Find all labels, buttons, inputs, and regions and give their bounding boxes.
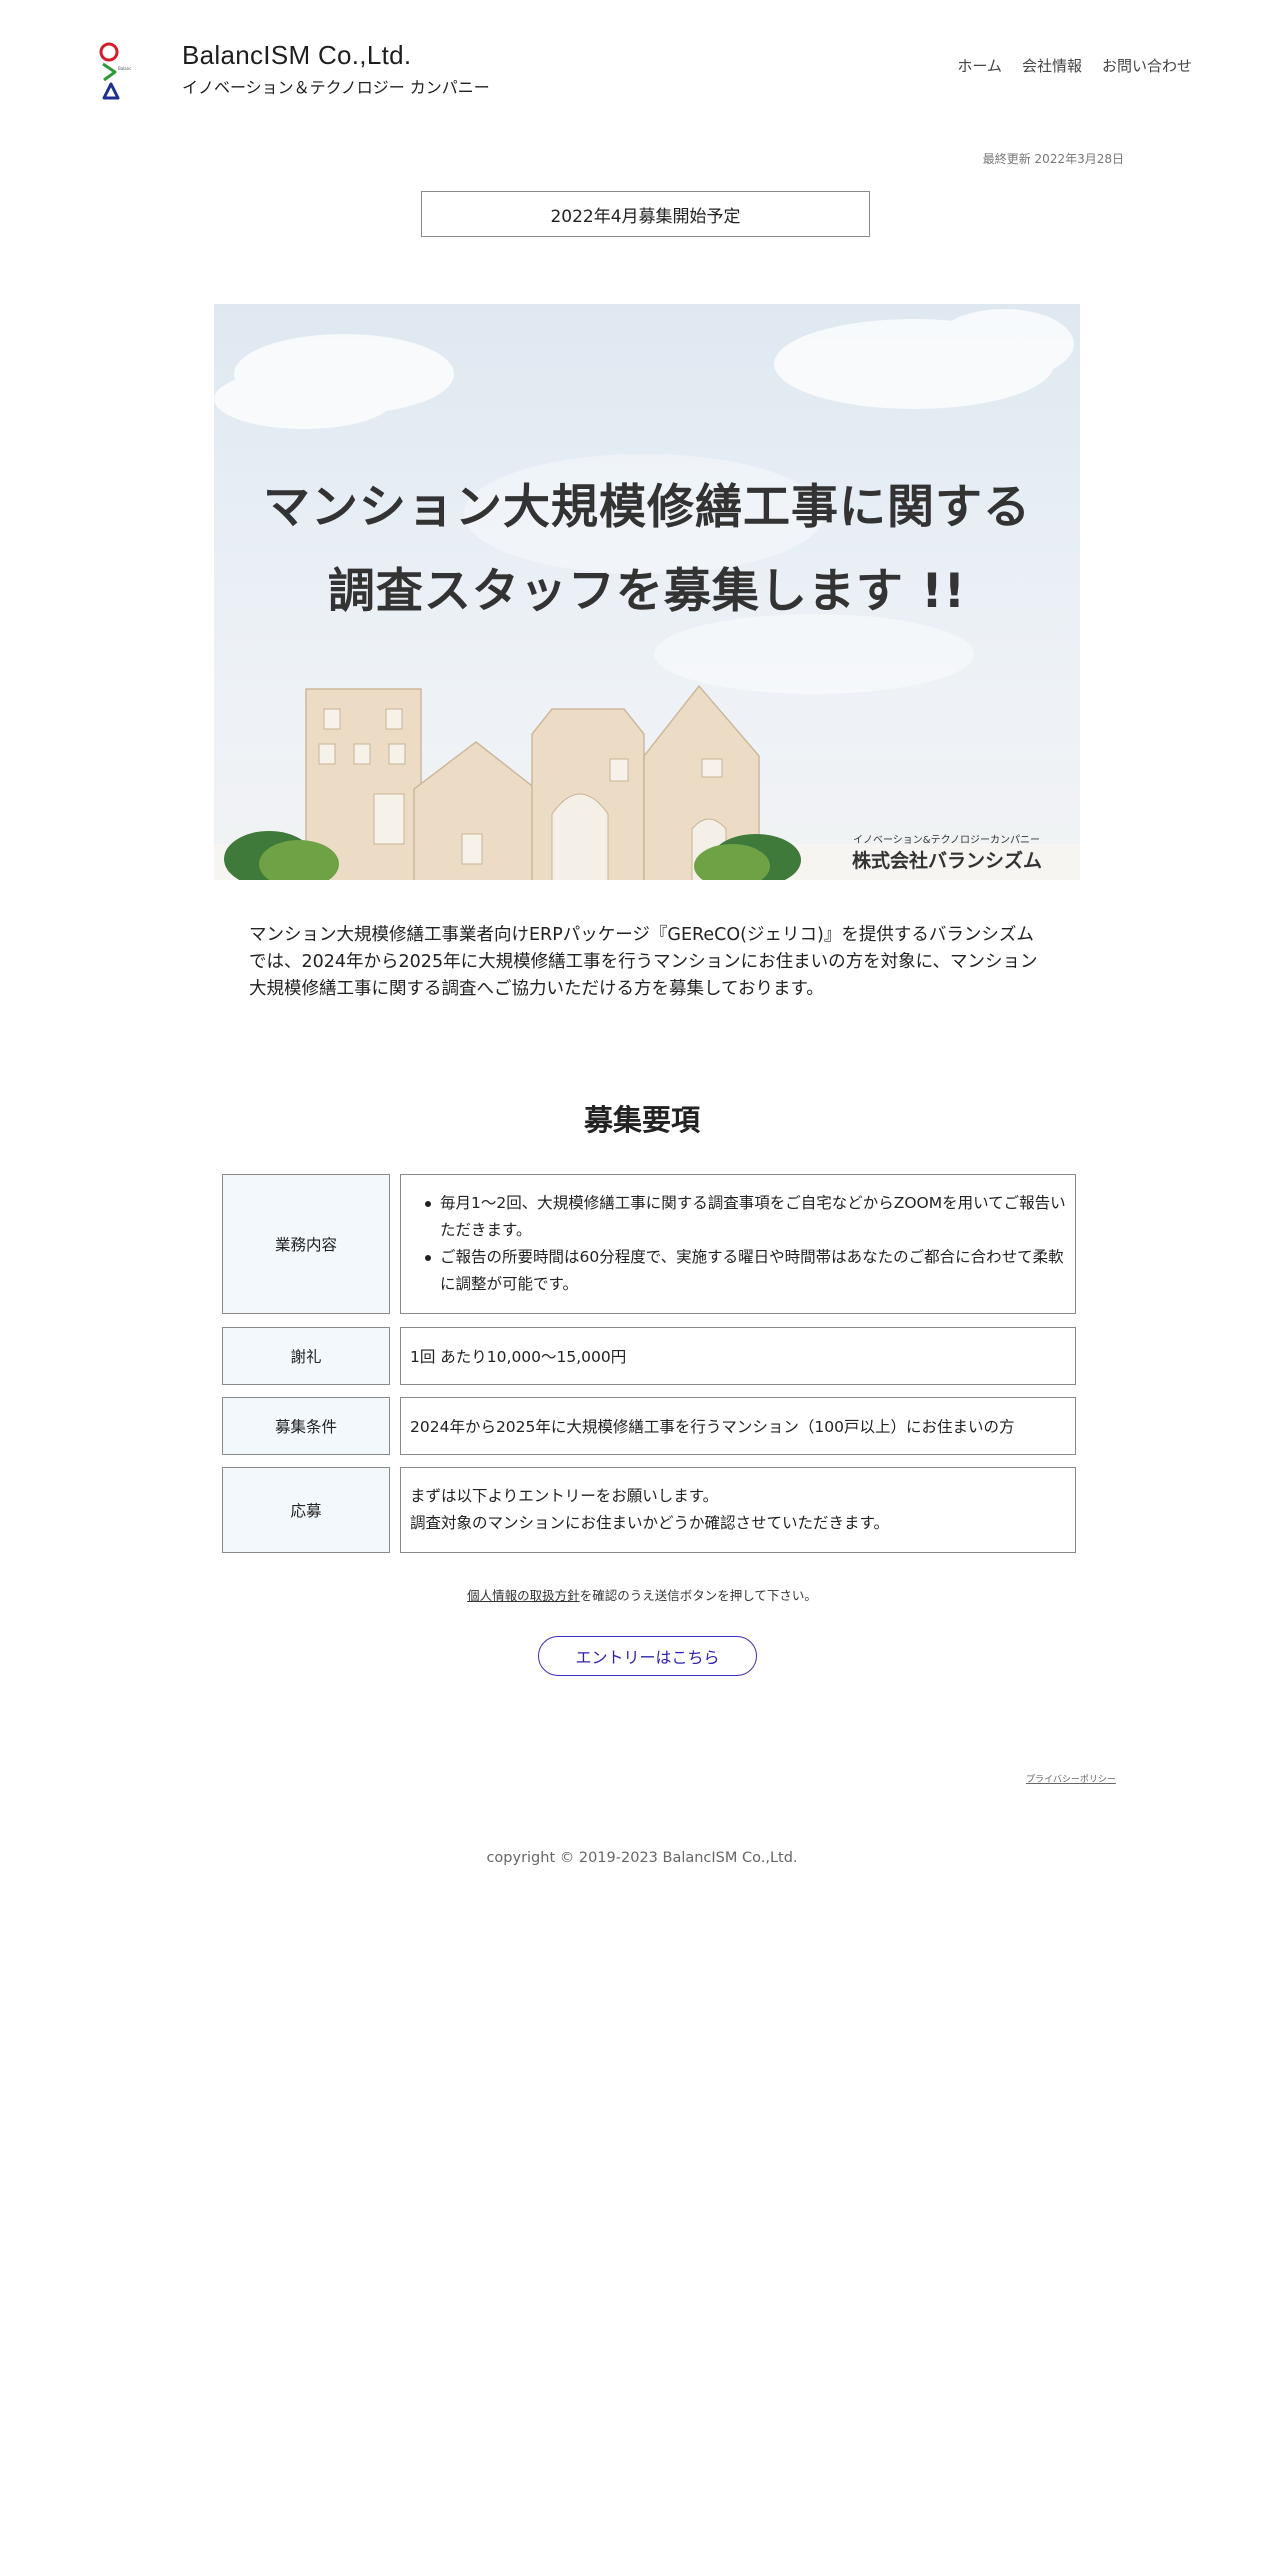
req-value-apply: まずは以下よりエントリーをお願いします。 調査対象のマンションにお住まいかどうか… [400,1467,1076,1553]
requirements-title: 募集要項 [583,1103,700,1137]
req-label-conditions: 募集条件 [222,1397,390,1455]
brand-name[interactable]: BalancISM Co.,Ltd. [182,40,411,71]
nav-home-link[interactable]: ホーム [957,55,1002,76]
req-value-duties: 毎月1〜2回、大規模修繕工事に関する調査事項をご自宅などからZOOMを用いてご報… [400,1174,1076,1314]
main-nav: ホーム 会社情報 お問い合わせ [957,55,1192,76]
list-item: ご報告の所要時間は60分程度で、実施する曜日や時間帯はあなたのご都合に合わせて柔… [410,1244,1066,1298]
req-label-duties: 業務内容 [222,1174,390,1314]
privacy-policy-link[interactable]: プライバシーポリシー [1026,1772,1116,1785]
nav-company-link[interactable]: 会社情報 [1022,55,1082,76]
reward-text: 1回 あたり10,000〜15,000円 [410,1348,627,1366]
req-value-conditions: 2024年から2025年に大規模修繕工事を行うマンション（100戸以上）にお住ま… [400,1397,1076,1455]
hero-banner: マンション大規模修繕工事に関する 調査スタッフを募集します !! イノベーション… [214,304,1080,880]
entry-button[interactable]: エントリーはこちら [538,1636,757,1676]
req-label-reward: 謝礼 [222,1327,390,1385]
company-logo-icon[interactable]: Balanc ISM [98,42,132,100]
hero-company-tagline: イノベーション&テクノロジーカンパニー [853,835,1040,846]
consent-text: を確認のうえ送信ボタンを押して下さい。 [579,1588,817,1603]
consent-notice: 個人情報の取扱方針を確認のうえ送信ボタンを押して下さい。 [0,1585,1284,1604]
copyright-text: copyright © 2019-2023 BalancISM Co.,Ltd. [486,1850,798,1866]
last-updated-text: 最終更新 2022年3月28日 [982,152,1124,166]
hero-headline-line1: マンション大規模修繕工事に関する [263,480,1031,535]
svg-text:Balanc ISM: Balanc ISM [118,66,132,71]
hero-company-name: 株式会社バランシズム [851,850,1042,872]
req-label-apply: 応募 [222,1467,390,1553]
apply-line: まずは以下よりエントリーをお願いします。 [410,1487,719,1505]
recruit-start-badge: 2022年4月募集開始予定 [421,191,870,237]
req-value-reward: 1回 あたり10,000〜15,000円 [400,1327,1076,1385]
list-item: 毎月1〜2回、大規模修繕工事に関する調査事項をご自宅などからZOOMを用いてご報… [410,1190,1066,1244]
hero-headline-line2: 調査スタッフを募集します !! [327,564,967,619]
brand-tagline: イノベーション＆テクノロジー カンパニー [182,78,490,97]
site-header: Balanc ISM BalancISM Co.,Ltd. イノベーション＆テク… [0,0,1284,120]
duties-list: 毎月1〜2回、大規模修繕工事に関する調査事項をご自宅などからZOOMを用いてご報… [410,1190,1066,1298]
conditions-text: 2024年から2025年に大規模修繕工事を行うマンション（100戸以上）にお住ま… [410,1418,1015,1436]
privacy-handling-link[interactable]: 個人情報の取扱方針 [467,1588,580,1603]
apply-line: 調査対象のマンションにお住まいかどうか確認させていただきます。 [410,1514,889,1532]
intro-paragraph: マンション大規模修繕工事業者向けERPパッケージ『GEReCO(ジェリコ)』を提… [249,925,1038,999]
nav-contact-link[interactable]: お問い合わせ [1102,55,1192,76]
